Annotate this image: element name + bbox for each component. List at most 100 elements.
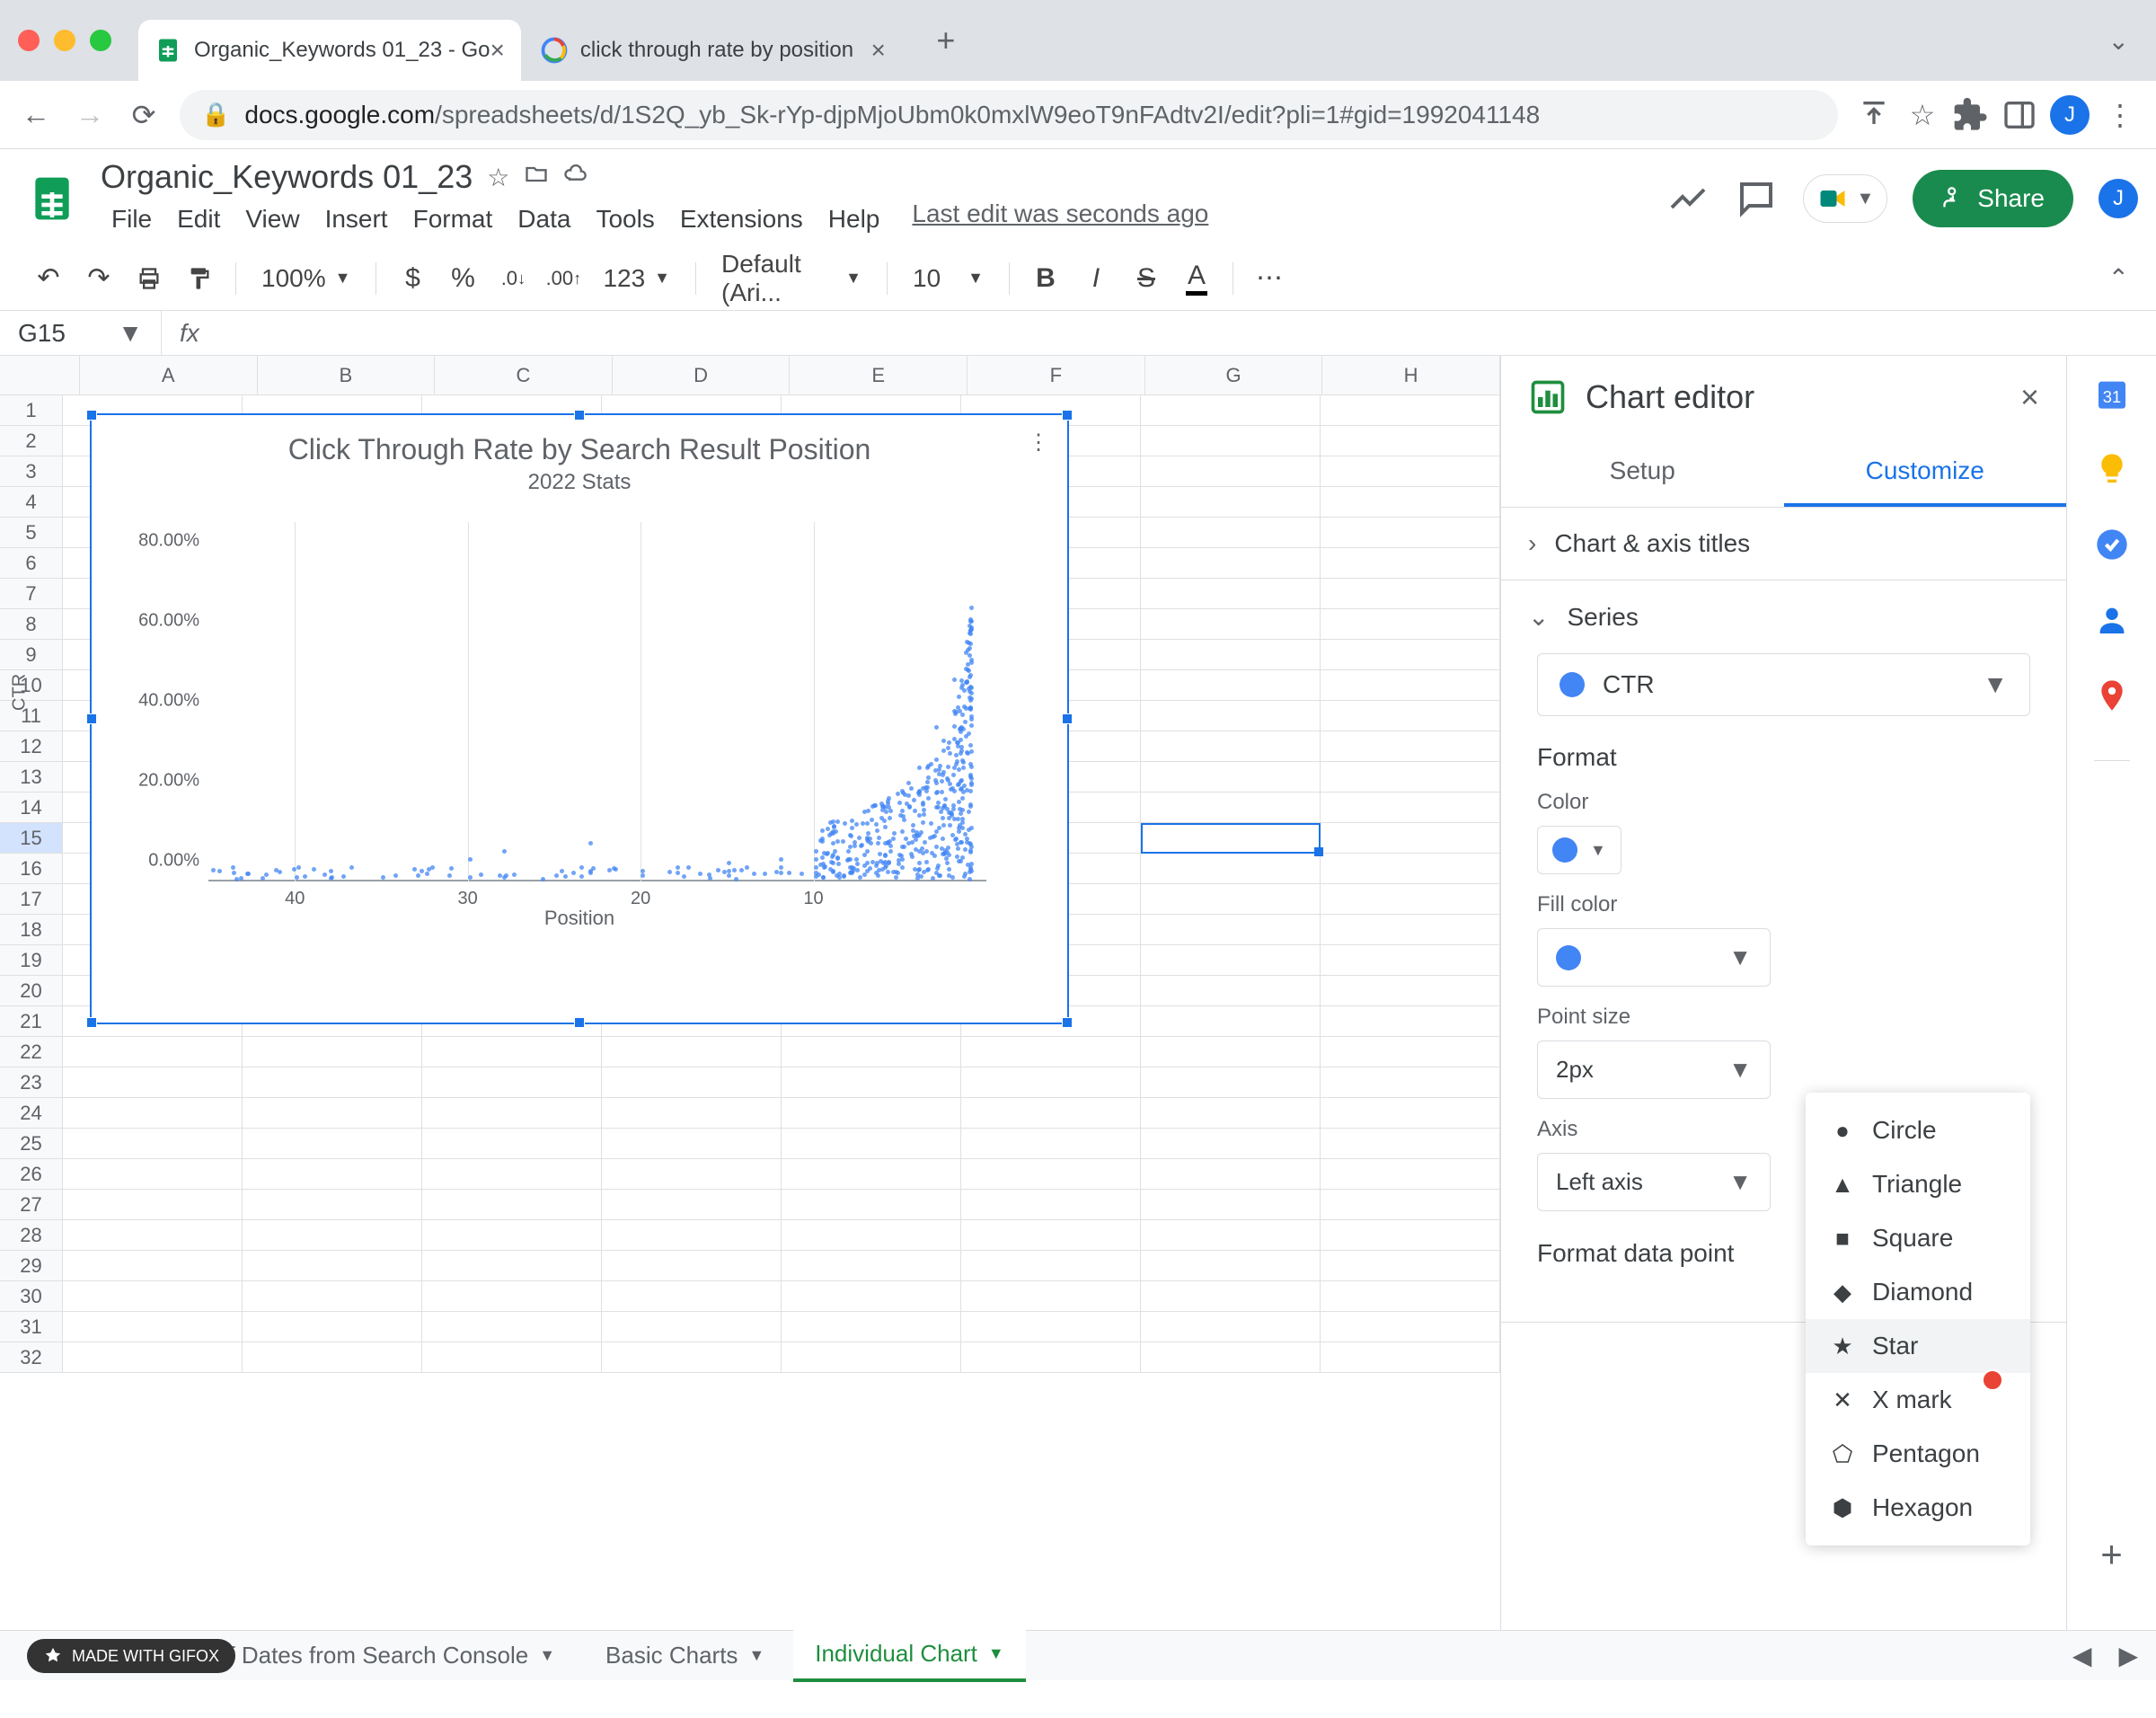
section-chart-axis-titles[interactable]: › Chart & axis titles [1501, 508, 2066, 580]
col-header[interactable]: E [790, 356, 968, 394]
cell-reference-box[interactable]: G15 ▼ [0, 311, 162, 355]
sheet-tab-active[interactable]: Individual Chart ▼ [793, 1629, 1025, 1682]
row-header[interactable]: 14 [0, 793, 63, 823]
embedded-chart[interactable]: ⋮ Click Through Rate by Search Result Po… [90, 413, 1069, 1024]
row-header[interactable]: 27 [0, 1190, 63, 1220]
col-header[interactable]: D [613, 356, 791, 394]
point-size-select[interactable]: 2px▼ [1537, 1041, 1771, 1099]
row-header[interactable]: 25 [0, 1129, 63, 1159]
row-header[interactable]: 24 [0, 1098, 63, 1129]
add-addon-button[interactable]: + [2100, 1533, 2123, 1576]
menu-view[interactable]: View [234, 199, 310, 239]
selected-cell-g15[interactable] [1141, 823, 1321, 854]
calendar-icon[interactable]: 31 [2092, 374, 2132, 413]
row-header[interactable]: 7 [0, 579, 63, 609]
browser-tab-active[interactable]: Organic_Keywords 01_23 - Go × [138, 20, 521, 81]
row-header[interactable]: 17 [0, 884, 63, 915]
tab-nav-right[interactable]: ▶ [2118, 1641, 2138, 1670]
menu-tools[interactable]: Tools [585, 199, 665, 239]
paint-format-button[interactable] [178, 257, 221, 300]
collapse-toolbar-icon[interactable]: ⌃ [2108, 263, 2129, 293]
menu-format[interactable]: Format [402, 199, 504, 239]
menu-help[interactable]: Help [817, 199, 891, 239]
side-panel-icon[interactable] [2001, 97, 2037, 133]
percent-button[interactable]: % [441, 257, 484, 300]
tasks-icon[interactable] [2092, 525, 2132, 564]
col-header[interactable]: H [1322, 356, 1500, 394]
sheet-tab[interactable]: Basic Charts ▼ [584, 1631, 786, 1680]
move-icon[interactable] [524, 162, 549, 193]
undo-button[interactable]: ↶ [27, 257, 70, 300]
font-select[interactable]: Default (Ari... ▼ [711, 250, 872, 307]
select-all-corner[interactable] [0, 356, 80, 394]
extensions-icon[interactable] [1953, 97, 1989, 133]
meet-button[interactable]: ▼ [1803, 174, 1887, 223]
strikethrough-button[interactable]: S [1125, 257, 1168, 300]
star-icon[interactable]: ☆ [487, 163, 509, 192]
row-header[interactable]: 6 [0, 548, 63, 579]
last-edit-link[interactable]: Last edit was seconds ago [912, 199, 1208, 239]
document-title[interactable]: Organic_Keywords 01_23 [101, 158, 473, 196]
row-header[interactable]: 13 [0, 762, 63, 793]
row-header[interactable]: 5 [0, 518, 63, 548]
axis-select[interactable]: Left axis▼ [1537, 1153, 1771, 1211]
row-header[interactable]: 1 [0, 395, 63, 426]
menu-extensions[interactable]: Extensions [669, 199, 814, 239]
tab-setup[interactable]: Setup [1501, 438, 1784, 507]
share-page-icon[interactable] [1856, 97, 1892, 133]
close-tab-icon[interactable]: × [871, 36, 886, 65]
contacts-icon[interactable] [2092, 600, 2132, 640]
color-picker[interactable]: ▼ [1537, 826, 1621, 874]
row-header[interactable]: 21 [0, 1006, 63, 1037]
bold-button[interactable]: B [1024, 257, 1067, 300]
italic-button[interactable]: I [1074, 257, 1118, 300]
menu-data[interactable]: Data [507, 199, 581, 239]
shape-option-pentagon[interactable]: ⬠Pentagon [1806, 1427, 2030, 1481]
row-header[interactable]: 19 [0, 945, 63, 976]
row-header[interactable]: 28 [0, 1220, 63, 1251]
cloud-status-icon[interactable] [563, 162, 588, 193]
row-header[interactable]: 18 [0, 915, 63, 945]
row-header[interactable]: 26 [0, 1159, 63, 1190]
close-panel-icon[interactable]: × [2020, 378, 2039, 416]
currency-button[interactable]: $ [391, 257, 434, 300]
tab-nav-left[interactable]: ◀ [2072, 1641, 2092, 1670]
browser-menu-icon[interactable]: ⋮ [2102, 97, 2138, 133]
maximize-window-button[interactable] [90, 30, 111, 51]
row-header[interactable]: 22 [0, 1037, 63, 1067]
series-selector[interactable]: CTR ▼ [1537, 653, 2030, 716]
menu-edit[interactable]: Edit [166, 199, 231, 239]
row-header[interactable]: 16 [0, 854, 63, 884]
menu-file[interactable]: File [101, 199, 163, 239]
keep-icon[interactable] [2092, 449, 2132, 489]
row-header[interactable]: 31 [0, 1312, 63, 1342]
row-header[interactable]: 23 [0, 1067, 63, 1098]
bookmark-icon[interactable]: ☆ [1904, 97, 1940, 133]
browser-tab-inactive[interactable]: click through rate by position × [525, 20, 902, 81]
redo-button[interactable]: ↷ [77, 257, 120, 300]
row-header[interactable]: 3 [0, 456, 63, 487]
print-button[interactable] [128, 257, 171, 300]
shape-option-circle[interactable]: ●Circle [1806, 1103, 2030, 1157]
col-header[interactable]: G [1145, 356, 1323, 394]
tabs-overflow-icon[interactable]: ⌄ [2108, 26, 2129, 56]
section-series[interactable]: ⌄ Series [1501, 580, 2066, 653]
row-header[interactable]: 8 [0, 609, 63, 640]
number-format-button[interactable]: 123▼ [592, 264, 681, 293]
fill-color-picker[interactable]: ▼ [1537, 928, 1771, 987]
increase-decimal-button[interactable]: .00↑ [542, 257, 585, 300]
shape-option-diamond[interactable]: ◆Diamond [1806, 1265, 2030, 1319]
row-header[interactable]: 30 [0, 1281, 63, 1312]
minimize-window-button[interactable] [54, 30, 75, 51]
shape-option-triangle[interactable]: ▲Triangle [1806, 1157, 2030, 1211]
more-button[interactable]: ⋯ [1248, 257, 1291, 300]
close-window-button[interactable] [18, 30, 40, 51]
col-header[interactable]: A [80, 356, 258, 394]
shape-option-square[interactable]: ■Square [1806, 1211, 2030, 1265]
new-tab-button[interactable]: + [923, 18, 968, 63]
shape-option-hexagon[interactable]: ⬢Hexagon [1806, 1481, 2030, 1535]
spreadsheet-grid[interactable]: ABCDEFGH 1234567891011121314151617181920… [0, 356, 1500, 1630]
row-header[interactable]: 15 [0, 823, 63, 854]
close-tab-icon[interactable]: × [490, 36, 505, 65]
profile-avatar[interactable]: J [2050, 95, 2090, 135]
